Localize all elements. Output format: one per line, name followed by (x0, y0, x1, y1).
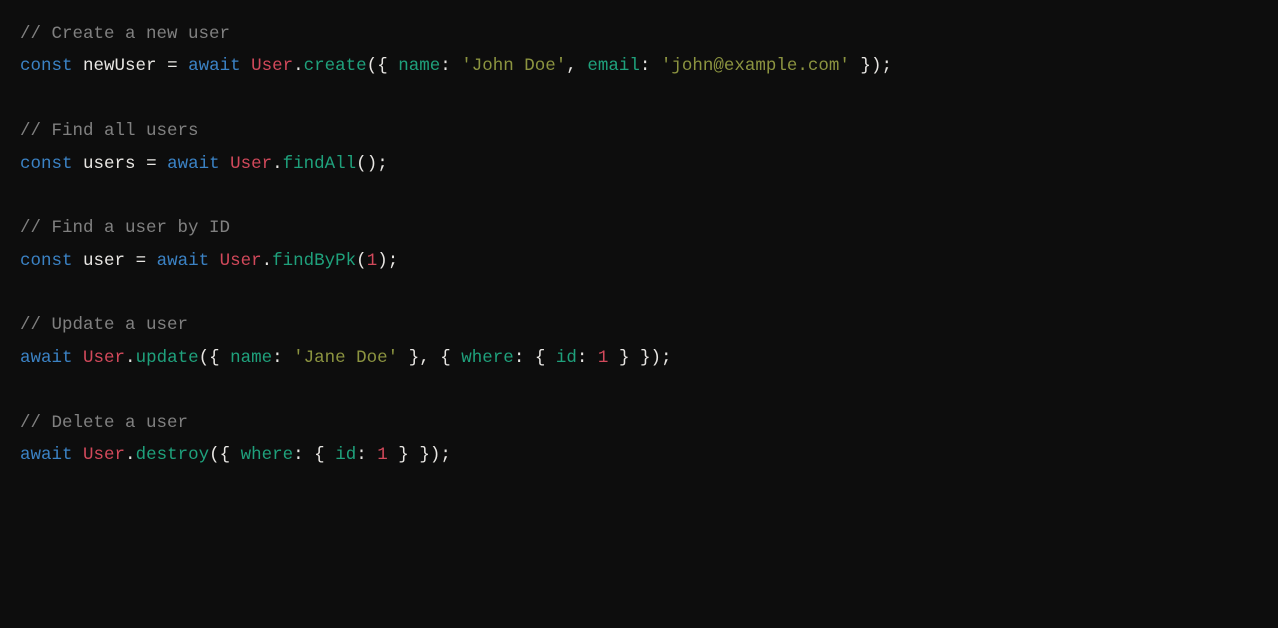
keyword-const: const (20, 56, 73, 76)
identifier: users (83, 154, 136, 174)
keyword-await: await (188, 56, 241, 76)
code-line: const users = await User.findAll(); (20, 148, 1258, 180)
method-name: findByPk (272, 251, 356, 271)
comment: // Delete a user (20, 413, 188, 433)
identifier: user (83, 251, 125, 271)
code-line: // Update a user (20, 309, 1258, 341)
code-line: const newUser = await User.create({ name… (20, 50, 1258, 82)
code-block: // Create a new user const newUser = awai… (20, 18, 1258, 471)
blank-line (20, 277, 1258, 309)
blank-line (20, 180, 1258, 212)
comment: // Find all users (20, 121, 199, 141)
code-line: // Delete a user (20, 407, 1258, 439)
code-line: // Find a user by ID (20, 212, 1258, 244)
property: email (587, 56, 640, 76)
string-literal: 'john@example.com' (661, 56, 850, 76)
blank-line (20, 374, 1258, 406)
comment: // Create a new user (20, 24, 230, 44)
blank-line (20, 83, 1258, 115)
method-name: update (136, 348, 199, 368)
comment: // Find a user by ID (20, 218, 230, 238)
code-line: await User.update({ name: 'Jane Doe' }, … (20, 342, 1258, 374)
code-line: await User.destroy({ where: { id: 1 } })… (20, 439, 1258, 471)
identifier: newUser (83, 56, 157, 76)
string-literal: 'Jane Doe' (293, 348, 398, 368)
code-line: const user = await User.findByPk(1); (20, 245, 1258, 277)
code-line: // Find all users (20, 115, 1258, 147)
string-literal: 'John Doe' (461, 56, 566, 76)
method-name: create (304, 56, 367, 76)
comment: // Update a user (20, 315, 188, 335)
code-line: // Create a new user (20, 18, 1258, 50)
property: name (398, 56, 440, 76)
class-name: User (251, 56, 293, 76)
number-literal: 1 (367, 251, 378, 271)
method-name: findAll (283, 154, 357, 174)
method-name: destroy (136, 445, 210, 465)
